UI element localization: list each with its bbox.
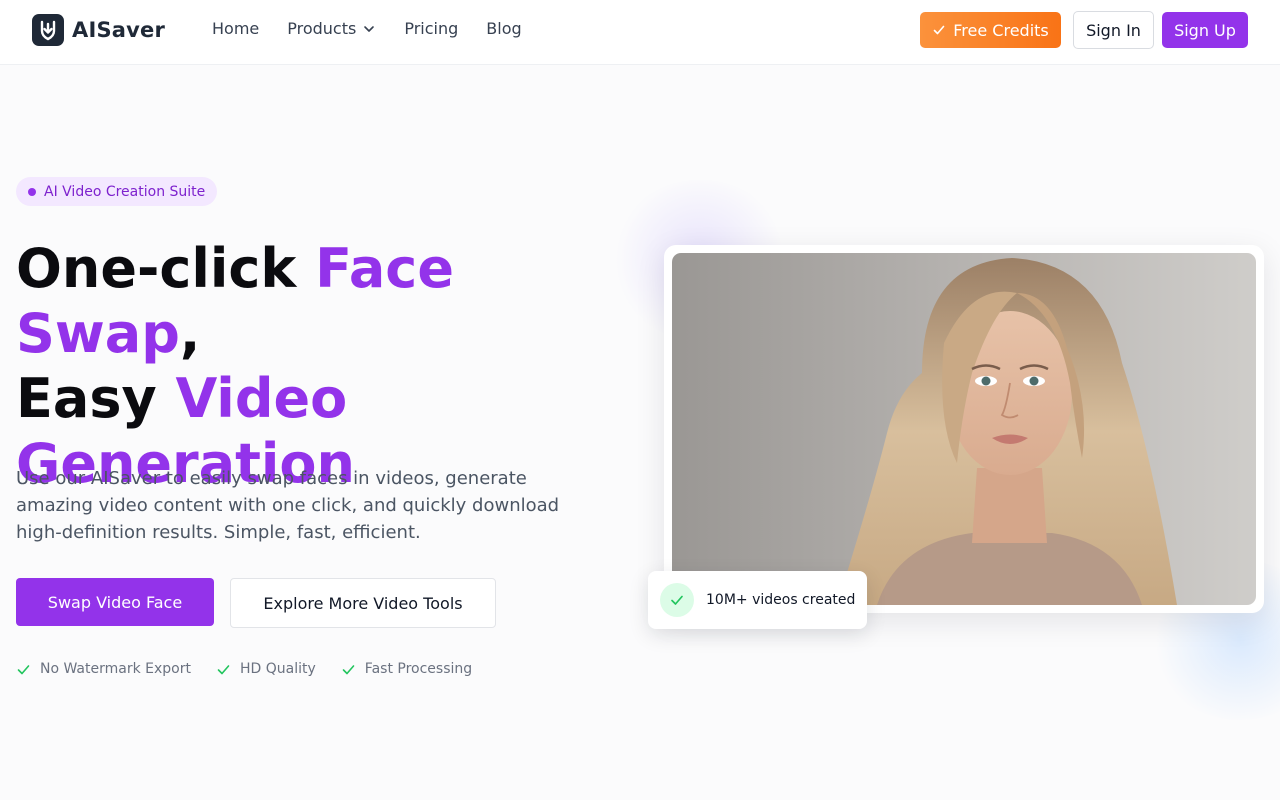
hero-badge-label: AI Video Creation Suite — [44, 183, 206, 200]
headline-text-2: , — [179, 302, 201, 365]
nav-products-label: Products — [287, 19, 357, 38]
sign-up-button[interactable]: Sign Up — [1162, 12, 1248, 48]
feature-label: HD Quality — [240, 661, 316, 677]
badge-dot — [28, 187, 36, 196]
explore-video-tools-label: Explore More Video Tools — [263, 593, 463, 613]
nav-home-label: Home — [212, 19, 260, 38]
feature-label: No Watermark Export — [40, 661, 191, 677]
feature-label: Fast Processing — [364, 661, 473, 677]
explore-video-tools-button[interactable]: Explore More Video Tools — [230, 578, 496, 628]
nav-pricing-label: Pricing — [404, 19, 459, 38]
swap-video-face-button[interactable]: Swap Video Face — [16, 578, 214, 626]
check-icon — [932, 23, 946, 37]
videos-created-stat: 10M+ videos created — [648, 571, 867, 629]
nav-blog-label: Blog — [486, 19, 522, 38]
portrait-image — [672, 253, 1256, 605]
nav-home[interactable]: Home — [212, 19, 259, 38]
sign-in-button[interactable]: Sign In — [1073, 11, 1154, 49]
hero-badge: AI Video Creation Suite — [16, 177, 217, 206]
feature-item: No Watermark Export — [16, 661, 191, 677]
feature-list: No Watermark Export HD Quality Fast Proc… — [16, 661, 472, 677]
free-credits-label: Free Credits — [953, 20, 1049, 40]
stat-label: 10M+ videos created — [706, 592, 856, 608]
site-header: AISaver Home Products Pricing Blog Free … — [0, 0, 1280, 65]
headline-highlight-2: Video — [175, 367, 348, 430]
swap-video-face-label: Swap Video Face — [47, 592, 183, 612]
sign-in-label: Sign In — [1086, 20, 1141, 40]
headline-text-1: One-click — [16, 237, 316, 300]
check-circle-icon — [660, 583, 694, 617]
chevron-down-icon — [362, 22, 376, 36]
nav-pricing[interactable]: Pricing — [404, 19, 458, 38]
free-credits-button[interactable]: Free Credits — [920, 12, 1061, 48]
brand-name: AISaver — [72, 18, 166, 42]
hero-description: Use our AISaver to easily swap faces in … — [16, 468, 560, 543]
check-icon — [216, 662, 231, 677]
brand-logo[interactable]: AISaver — [32, 14, 165, 46]
check-icon — [341, 662, 356, 677]
download-shield-icon — [32, 14, 64, 46]
feature-item: HD Quality — [216, 661, 316, 677]
nav-products[interactable]: Products — [287, 19, 376, 38]
feature-item: Fast Processing — [341, 661, 472, 677]
hero-headline: One-click Face Swap, Easy Video Generati… — [16, 236, 636, 496]
check-icon — [16, 662, 31, 677]
headline-text-3: Easy — [16, 367, 176, 430]
nav-blog[interactable]: Blog — [486, 19, 521, 38]
showcase-card — [664, 245, 1264, 613]
main-nav: Home Products Pricing Blog — [212, 19, 522, 38]
sign-up-label: Sign Up — [1174, 20, 1236, 40]
